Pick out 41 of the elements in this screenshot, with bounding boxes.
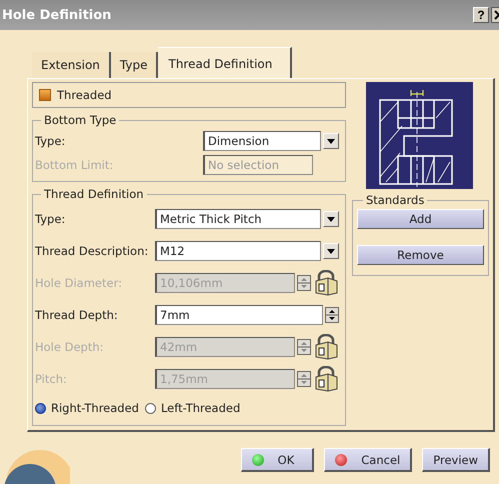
- spinner-icon[interactable]: [325, 307, 339, 323]
- tab[interactable]: Thread Definition: [158, 47, 292, 78]
- field-label: Hole Diameter:: [35, 276, 123, 290]
- field-label: Thread Depth:: [35, 308, 119, 322]
- status-icon: [252, 454, 264, 466]
- dialog-button[interactable]: OK: [240, 448, 314, 472]
- field-label: Type:: [35, 134, 66, 148]
- lock-icon[interactable]: [313, 366, 339, 392]
- caret-icon: [327, 138, 335, 144]
- field-label: Hole Depth:: [35, 340, 105, 354]
- dialog-button[interactable]: Cancel: [324, 448, 412, 472]
- dropdown-field[interactable]: Dimension: [203, 131, 321, 151]
- dialog-button[interactable]: Preview: [422, 448, 490, 472]
- group-title: Thread Definition: [43, 187, 145, 201]
- window-title: Hole Definition: [2, 8, 112, 22]
- standard-button[interactable]: Add: [357, 209, 484, 229]
- caret-icon: [327, 248, 335, 254]
- status-icon: [335, 454, 348, 466]
- field-label: Bottom Limit:: [35, 158, 114, 172]
- dropdown-field[interactable]: M12: [155, 241, 321, 261]
- help-button[interactable]: ?: [473, 7, 489, 23]
- lock-icon[interactable]: [313, 270, 339, 296]
- radio-button[interactable]: Right-Threaded: [35, 401, 139, 415]
- field-label: Pitch:: [35, 372, 68, 386]
- caret-icon: [327, 216, 335, 222]
- standard-button[interactable]: Remove: [357, 245, 484, 265]
- dropdown-field[interactable]: Metric Thick Pitch: [155, 209, 321, 229]
- dropdown-button[interactable]: [323, 211, 339, 227]
- dropdown-button[interactable]: [323, 243, 339, 259]
- lock-icon[interactable]: [313, 334, 339, 360]
- input-field[interactable]: 7mm: [155, 305, 323, 325]
- checkbox-label: Threaded: [57, 88, 112, 102]
- radio-button[interactable]: Left-Threaded: [144, 401, 240, 415]
- group-title: Bottom Type: [43, 113, 118, 127]
- group-title: Standards: [365, 193, 426, 207]
- tab[interactable]: Type: [110, 52, 158, 78]
- dropdown-button[interactable]: [323, 133, 339, 149]
- tab[interactable]: Extension: [32, 52, 111, 78]
- checkbox[interactable]: [39, 89, 51, 101]
- field-label: Thread Description:: [35, 244, 150, 258]
- field-label: Type:: [35, 212, 66, 226]
